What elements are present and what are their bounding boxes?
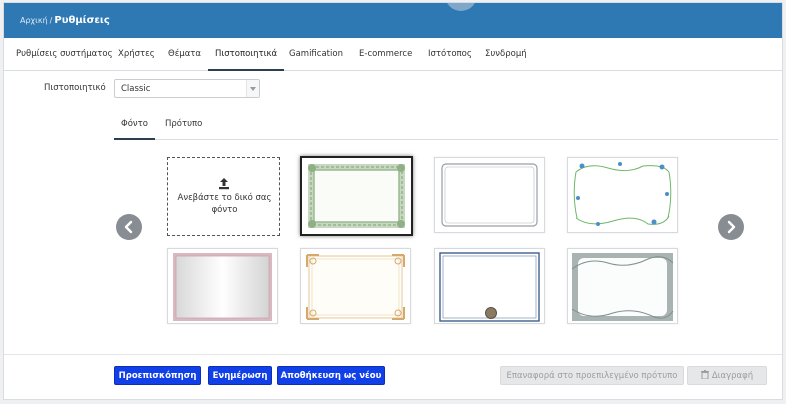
delete-button-label: Διαγραφή [711, 371, 754, 381]
settings-tabs: Ρυθμίσεις συστήματος Χρήστες Θέματα Πιστ… [4, 39, 782, 71]
upload-icon [219, 178, 229, 190]
carousel-next-button[interactable] [718, 214, 744, 240]
background-thumb-floral-frame[interactable] [567, 157, 678, 233]
background-thumb-green-frame[interactable] [300, 156, 413, 236]
dropdown-arrow-icon [246, 80, 259, 97]
grey-frame-image [441, 163, 538, 227]
subtab-background[interactable]: Φόντο [114, 109, 155, 140]
chevron-left-icon [124, 220, 133, 234]
tab-system-settings[interactable]: Ρυθμίσεις συστήματος [16, 39, 113, 70]
certificate-select[interactable]: Classic [114, 79, 260, 98]
settings-panel: Αρχική / Ρυθμίσεις Ρυθμίσεις συστήματος Χρ… [3, 2, 783, 400]
chevron-right-icon [727, 220, 736, 234]
pink-gradient-frame-image [173, 253, 272, 321]
tab-certificates[interactable]: Πιστοποιητικά [208, 39, 285, 71]
blue-seal-frame-image [439, 252, 540, 322]
background-thumb-blue-seal-frame[interactable] [434, 248, 545, 324]
header-handle [445, 3, 477, 11]
tab-users[interactable]: Χρήστες [118, 39, 155, 70]
green-frame-image [308, 164, 405, 228]
tab-gamification[interactable]: Gamification [289, 39, 343, 70]
background-thumb-grey-swirl-frame[interactable] [567, 248, 678, 324]
breadcrumb: Αρχική / Ρυθμίσεις [20, 15, 110, 26]
subtab-template[interactable]: Πρότυπο [165, 109, 202, 139]
delete-button[interactable]: Διαγραφή [687, 366, 767, 385]
preview-button[interactable]: Προεπισκόπηση [114, 366, 201, 385]
upload-background-label: Ανεβάστε το δικό σας φόντο [177, 193, 272, 215]
tab-ecommerce[interactable]: E-commerce [359, 39, 412, 70]
certificate-label: Πιστοποιητικό [44, 83, 106, 93]
page-header: Αρχική / Ρυθμίσεις [4, 3, 782, 38]
background-thumb-pink-gradient-frame[interactable] [167, 248, 278, 324]
breadcrumb-home-link[interactable]: Αρχική [20, 16, 48, 25]
save-as-new-button[interactable]: Αποθήκευση ως νέου [277, 366, 385, 385]
reset-default-template-button[interactable]: Επαναφορά στο προεπιλεγμένο πρότυπο [500, 366, 684, 385]
gold-ornate-frame-image [306, 254, 405, 320]
update-button[interactable]: Ενημέρωση [208, 366, 272, 385]
upload-background-button[interactable]: Ανεβάστε το δικό σας φόντο [167, 157, 280, 236]
tab-themes[interactable]: Θέματα [168, 39, 201, 70]
breadcrumb-current: Ρυθμίσεις [54, 15, 110, 26]
floral-frame-image [573, 162, 672, 226]
footer-divider [4, 354, 782, 355]
carousel-prev-button[interactable] [116, 214, 142, 240]
trash-icon [700, 370, 709, 380]
background-thumb-gold-ornate-frame[interactable] [300, 248, 411, 324]
tab-website[interactable]: Ιστότοπος [428, 39, 472, 70]
certificate-select-value: Classic [121, 84, 151, 94]
grey-swirl-frame-image [571, 253, 674, 321]
tab-subscription[interactable]: Συνδρομή [485, 39, 527, 70]
certificate-subtabs: Φόντο Πρότυπο [114, 109, 778, 140]
breadcrumb-separator: / [49, 16, 53, 25]
background-thumb-grey-frame[interactable] [434, 157, 545, 233]
